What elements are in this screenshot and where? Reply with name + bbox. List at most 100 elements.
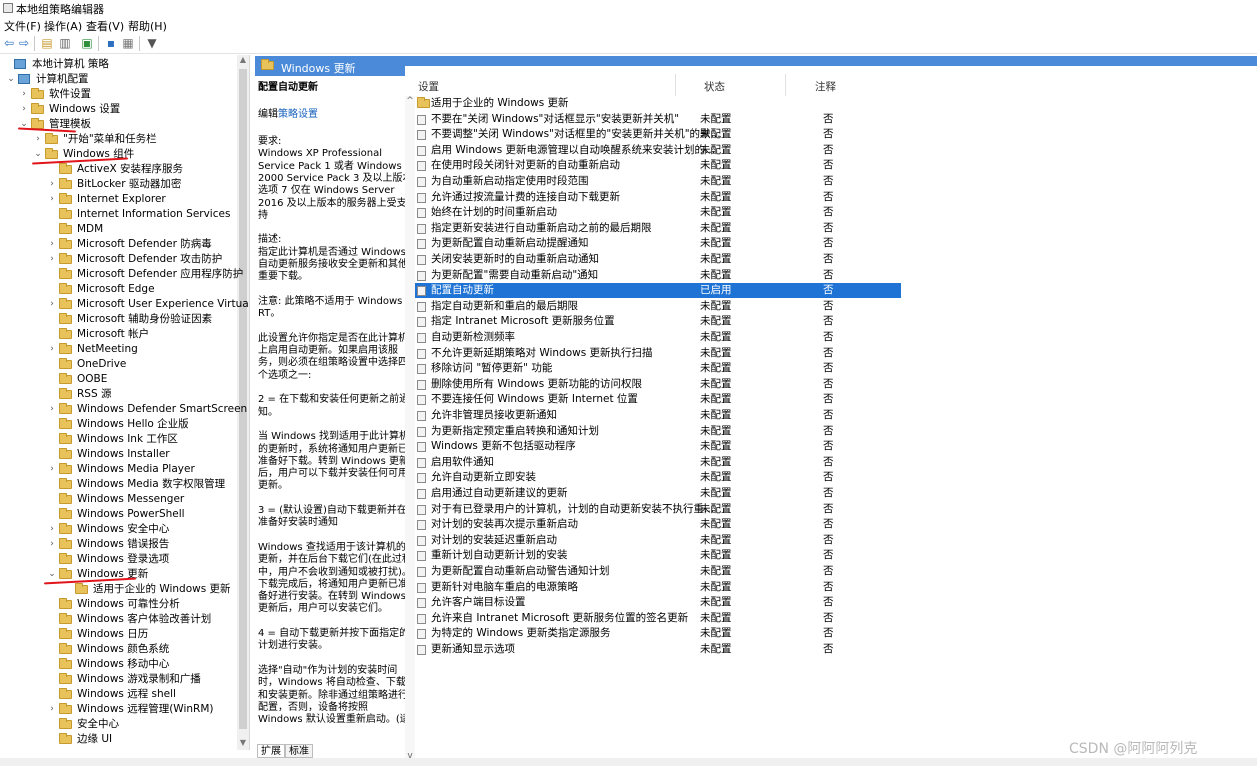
tree-item[interactable]: › BitLocker 驱动器加密	[0, 177, 238, 192]
scroll-thumb[interactable]	[239, 69, 247, 729]
tree-item[interactable]: › Internet Explorer	[0, 192, 238, 207]
tree-item[interactable]: 安全中心	[0, 717, 238, 732]
column-header-note[interactable]: 注释	[815, 79, 836, 94]
policy-row[interactable]: 配置自动更新 已启用 否	[415, 283, 901, 299]
tree-item[interactable]: MDM	[0, 222, 238, 237]
tree-item[interactable]: Windows PowerShell	[0, 507, 238, 522]
policy-row[interactable]: 关闭安装更新时的自动重新启动通知 未配置 否	[415, 252, 1257, 267]
chevron-right-icon[interactable]: ›	[47, 522, 57, 537]
export-list-icon[interactable]: ▣	[80, 36, 94, 50]
tree-item[interactable]: Microsoft 辅助身份验证因素	[0, 312, 238, 327]
menu-help[interactable]: 帮助(H)	[128, 18, 167, 34]
tree-item[interactable]: Windows 颜色系统	[0, 642, 238, 657]
tree-item[interactable]: Microsoft Edge	[0, 282, 238, 297]
chevron-right-icon[interactable]: ›	[47, 462, 57, 477]
policy-row[interactable]: 为更新指定预定重启转换和通知计划 未配置 否	[415, 424, 1257, 439]
policy-row[interactable]: 不要连接任何 Windows 更新 Internet 位置 未配置 否	[415, 392, 1257, 407]
chevron-right-icon[interactable]: ›	[19, 87, 29, 102]
policy-row[interactable]: 允许非管理员接收更新通知 未配置 否	[415, 408, 1257, 423]
policy-row[interactable]: 自动更新检测频率 未配置 否	[415, 330, 1257, 345]
edit-policy-link[interactable]: 策略设置	[278, 109, 318, 120]
policy-row[interactable]: 允许自动更新立即安装 未配置 否	[415, 470, 1257, 485]
forward-arrow-icon[interactable]: ⇨	[17, 36, 31, 50]
tree-item[interactable]: Windows Messenger	[0, 492, 238, 507]
chevron-right-icon[interactable]: ›	[47, 252, 57, 267]
chevron-right-icon[interactable]: ›	[47, 402, 57, 417]
tree-item[interactable]: Windows Hello 企业版	[0, 417, 238, 432]
tree-item[interactable]: Microsoft Defender 应用程序防护	[0, 267, 243, 282]
chevron-right-icon[interactable]: ›	[19, 102, 29, 117]
tree-item[interactable]: Windows Ink 工作区	[0, 432, 238, 447]
policy-row[interactable]: 为特定的 Windows 更新类指定源服务 未配置 否	[415, 626, 1257, 641]
column-separator[interactable]	[785, 74, 786, 96]
policy-row[interactable]: 删除使用所有 Windows 更新功能的访问权限 未配置 否	[415, 377, 1257, 392]
back-arrow-icon[interactable]: ⇦	[2, 36, 16, 50]
chevron-up-icon[interactable]: ^	[405, 96, 415, 106]
tree-item[interactable]: Windows Installer	[0, 447, 238, 462]
policy-row[interactable]: 启用 Windows 更新电源管理以自动唤醒系统来安装计划的... 未配置 否	[415, 143, 1257, 158]
policy-row[interactable]: 为更新配置自动重新启动警告通知计划 未配置 否	[415, 564, 1257, 579]
chevron-down-icon[interactable]: ⌄	[6, 72, 16, 87]
tab-standard[interactable]: 标准	[285, 744, 313, 758]
tree-item[interactable]: OOBE	[0, 372, 238, 387]
list-folder-item[interactable]: 适用于企业的 Windows 更新	[415, 96, 1257, 111]
tree-item[interactable]: › "开始"菜单和任务栏	[0, 132, 238, 147]
tree-item[interactable]: Microsoft 帐户	[0, 327, 238, 342]
policy-row[interactable]: 对计划的安装延迟重新启动 未配置 否	[415, 533, 1257, 548]
policy-row[interactable]: 允许通过按流量计费的连接自动下载更新 未配置 否	[415, 190, 1257, 205]
policy-row[interactable]: 更新针对电脑车重启的电源策略 未配置 否	[415, 580, 1257, 595]
chevron-right-icon[interactable]: ›	[47, 192, 57, 207]
scroll-up-icon[interactable]: ▲	[237, 55, 249, 67]
chevron-right-icon[interactable]: ›	[47, 537, 57, 552]
tree-item[interactable]: Windows 客户体验改善计划	[0, 612, 238, 627]
policy-row[interactable]: 启用通过自动更新建议的更新 未配置 否	[415, 486, 1257, 501]
menu-file[interactable]: 文件(F)	[4, 18, 41, 34]
menu-action[interactable]: 操作(A)	[44, 18, 82, 34]
chevron-right-icon[interactable]: ›	[47, 297, 57, 312]
scroll-down-icon[interactable]: ▼	[237, 738, 249, 750]
tree-item[interactable]: › NetMeeting	[0, 342, 238, 357]
up-folder-icon[interactable]: ▤	[40, 36, 54, 50]
tree-item[interactable]: Windows 远程 shell	[0, 687, 238, 702]
policy-row[interactable]: 启用软件通知 未配置 否	[415, 455, 1257, 470]
policy-row[interactable]: 对计划的安装再次提示重新启动 未配置 否	[415, 517, 1257, 532]
properties-icon[interactable]: ▦	[121, 36, 135, 50]
tree-item[interactable]: › Microsoft Defender 防病毒	[0, 237, 238, 252]
tree-item[interactable]: Windows 可靠性分析	[0, 597, 238, 612]
column-header-setting[interactable]: 设置	[418, 79, 439, 94]
tab-extended[interactable]: 扩展	[257, 744, 285, 758]
policy-row[interactable]: 允许客户端目标设置 未配置 否	[415, 595, 1257, 610]
policy-row[interactable]: 在使用时段关闭针对更新的自动重新启动 未配置 否	[415, 158, 1257, 173]
column-separator[interactable]	[675, 74, 676, 96]
settings-list[interactable]: 设置 状态 注释 ^ v 适用于企业的 Windows 更新 不要在"关闭 Win…	[405, 66, 1257, 761]
tree-item[interactable]: Windows Media 数字权限管理	[0, 477, 238, 492]
tree-item[interactable]: ⌄ 计算机配置	[0, 72, 238, 87]
policy-row[interactable]: 为自动重新启动指定使用时段范围 未配置 否	[415, 174, 1257, 189]
tree-item[interactable]: Windows 游戏录制和广播	[0, 672, 238, 687]
column-header-state[interactable]: 状态	[704, 79, 725, 94]
tree-item[interactable]: › 软件设置	[0, 87, 238, 102]
tree-item[interactable]: › Microsoft User Experience Virtualizati	[0, 297, 249, 312]
policy-row[interactable]: 指定更新安装进行自动重新启动之前的最后期限 未配置 否	[415, 221, 1257, 236]
chevron-right-icon[interactable]: ›	[47, 177, 57, 192]
tree-item[interactable]: Windows 日历	[0, 627, 238, 642]
policy-row[interactable]: 重新计划自动更新计划的安装 未配置 否	[415, 548, 1257, 563]
policy-row[interactable]: 允许来自 Intranet Microsoft 更新服务位置的签名更新 未配置 否	[415, 611, 1257, 626]
policy-row[interactable]: 对于有已登录用户的计算机，计划的自动更新安装不执行重... 未配置 否	[415, 502, 1257, 517]
tree-item[interactable]: OneDrive	[0, 357, 238, 372]
chevron-down-icon[interactable]: ⌄	[33, 147, 43, 162]
tree-item[interactable]: › Windows Defender SmartScreen	[0, 402, 247, 417]
policy-row[interactable]: 指定 Intranet Microsoft 更新服务位置 未配置 否	[415, 314, 1257, 329]
tree-item[interactable]: › Windows 错误报告	[0, 537, 238, 552]
chevron-right-icon[interactable]: ›	[33, 132, 43, 147]
chevron-right-icon[interactable]: ›	[47, 237, 57, 252]
policy-row[interactable]: 为更新配置自动重新启动提醒通知 未配置 否	[415, 236, 1257, 251]
tree-item[interactable]: 边缘 UI	[0, 732, 238, 747]
chevron-right-icon[interactable]: ›	[47, 342, 57, 357]
tree-item[interactable]: › Microsoft Defender 攻击防护	[0, 252, 238, 267]
policy-row[interactable]: 更新通知显示选项 未配置 否	[415, 642, 1257, 657]
policy-row[interactable]: 不要调整"关闭 Windows"对话框里的"安装更新并关机"的默... 未配置 否	[415, 127, 1257, 142]
list-scrollbar[interactable]: ^ v	[405, 96, 415, 761]
tree-item[interactable]: › Windows 远程管理(WinRM)	[0, 702, 238, 717]
chevron-right-icon[interactable]: ›	[47, 702, 57, 717]
